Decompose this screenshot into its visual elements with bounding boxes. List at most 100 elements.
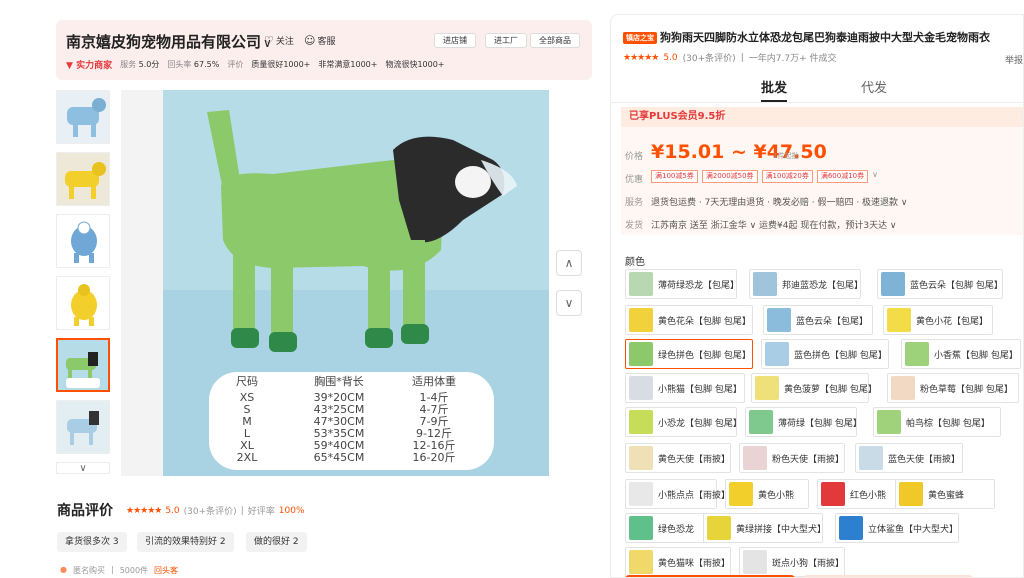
color-option[interactable]: 小熊点点【雨披】 — [625, 479, 730, 509]
color-option-selected[interactable]: 绿色拼色【包脚 包尾】 — [625, 339, 753, 369]
color-option[interactable]: 黄色小花【包尾】 — [883, 305, 993, 335]
review-tag[interactable]: 引流的效果特别好 2 — [137, 532, 234, 552]
review-count[interactable]: (30+条评价) — [184, 504, 237, 517]
price-low: ¥15.01 — [651, 141, 725, 163]
buyer-name: 匿名购买 — [72, 566, 105, 575]
color-option[interactable]: 粉色草莓【包脚 包尾】 — [887, 373, 1019, 403]
service-label: 服务 — [625, 198, 644, 208]
color-option[interactable]: 薄荷绿恐龙【包尾】 — [625, 269, 739, 299]
chevron-down-icon[interactable]: ∨ — [872, 170, 878, 183]
color-swatch — [629, 308, 653, 332]
thumbnail-selected[interactable] — [56, 338, 110, 392]
report-link[interactable]: 举报 — [1005, 53, 1023, 66]
thumbnail-list: ∨ — [56, 90, 112, 474]
measure-header: 胸围*背长 — [314, 375, 364, 388]
color-option-label: 邦迪蓝恐龙【包尾】 — [782, 280, 864, 291]
thumbnail-image — [71, 221, 97, 263]
thumbnail[interactable] — [56, 276, 110, 330]
color-option[interactable]: 小熊猫【包脚 包尾】 — [625, 373, 745, 403]
color-swatch — [743, 446, 767, 470]
tab-wholesale[interactable]: 批发 — [761, 77, 788, 102]
color-option[interactable]: 蓝色天使【雨披】 — [855, 443, 963, 473]
color-option-label: 粉色草莓【包脚 包尾】 — [920, 384, 1013, 395]
main-product-image: 尺码 XS S M L XL 2XL 胸围*背长 39*20CM 43*25CM… — [121, 90, 549, 476]
coupon-label: 优惠 — [625, 175, 644, 185]
color-swatch — [629, 446, 653, 470]
color-option-label: 绿色恐龙 — [658, 524, 695, 535]
color-swatch — [753, 272, 777, 296]
review-tag[interactable]: 做的很好 2 — [246, 532, 307, 552]
thumbnail-scroll-down[interactable]: ∨ — [56, 462, 110, 474]
tab-dropship[interactable]: 代发 — [861, 77, 887, 96]
color-option[interactable]: 蓝色云朵【包脚 包尾】 — [877, 269, 1003, 299]
thumbnail[interactable] — [56, 214, 110, 268]
color-swatch — [887, 308, 911, 332]
image-next-button[interactable]: ∨ — [556, 290, 582, 316]
enter-factory-button[interactable]: 进工厂 — [485, 33, 527, 48]
coupon[interactable]: 满2000减50券 — [701, 170, 758, 183]
color-swatch — [881, 272, 905, 296]
product-rating: ★★★★★ 5.0 (30+条评价) | 一年内7.7万+ 件成交 — [623, 51, 836, 65]
rating-count[interactable]: (30+条评价) — [683, 51, 736, 64]
size-chart: 尺码 XS S M L XL 2XL 胸围*背长 39*20CM 43*25CM… — [209, 372, 494, 470]
color-option[interactable]: 小香蕉【包脚 包尾】 — [901, 339, 1021, 369]
color-option[interactable]: 蓝色云朵【包尾】 — [763, 305, 873, 335]
chevron-up-icon: ∧ — [564, 256, 574, 270]
color-swatch — [629, 376, 653, 400]
color-option[interactable]: 立体鲨鱼【中大型犬】 — [835, 513, 959, 543]
service-terms[interactable]: 退货包运费 · 7天无理由退货 · 晚发必赔 · 假一赔四 · 极速退款 ∨ — [651, 195, 908, 208]
color-option-label: 小香蕉【包脚 包尾】 — [934, 350, 1018, 361]
image-prev-button[interactable]: ∧ — [556, 250, 582, 276]
shop-name[interactable]: 南京嬉皮狗宠物用品有限公司 ∨ — [66, 31, 272, 52]
thumbnail-image — [67, 411, 99, 445]
coupon[interactable]: 满600减10券 — [816, 170, 869, 183]
thumbnail[interactable] — [56, 400, 110, 454]
enter-shop-button[interactable]: 进店铺 — [434, 33, 476, 48]
color-option[interactable]: 邦迪蓝恐龙【包尾】 — [749, 269, 864, 299]
min-order-note: 1件起批 — [773, 152, 799, 160]
color-option[interactable]: 黄色小熊 — [725, 479, 809, 509]
color-option[interactable]: 薄荷绿【包脚 包尾】 — [745, 407, 862, 437]
color-option[interactable]: 绿色恐龙 — [625, 513, 709, 543]
color-option-label: 斑点小狗【雨披】 — [772, 558, 845, 569]
color-option[interactable]: 斑点小狗【雨披】 — [739, 547, 845, 577]
measure-column: 胸围*背长 39*20CM 43*25CM 47*30CM 53*35CM 59… — [299, 376, 379, 464]
color-option[interactable]: 黄色天使【雨披】 — [625, 443, 731, 473]
color-label: 颜色 — [625, 257, 645, 268]
color-option-label: 黄绿拼接【中大型犬】 — [736, 524, 827, 535]
color-option[interactable]: 蓝色拼色【包脚 包尾】 — [761, 339, 889, 369]
rating-stars-icon: ★★★★★ — [623, 52, 659, 63]
review-tag[interactable]: 拿货很多次 3 — [57, 532, 127, 552]
rating-stars-icon: ★★★★★ — [126, 505, 162, 516]
color-option[interactable]: 帕鸟棕【包脚 包尾】 — [873, 407, 1001, 437]
service-score-label: 服务 — [120, 60, 137, 69]
thumbnail[interactable] — [56, 152, 110, 206]
color-option[interactable]: 粉色天使【雨披】 — [739, 443, 845, 473]
color-option-label: 黄色小花【包尾】 — [916, 316, 989, 327]
shop-treasure-badge: 镇店之宝 — [623, 32, 657, 44]
color-swatch — [629, 482, 653, 506]
color-option[interactable]: 黄色蜜蜂 — [895, 479, 995, 509]
color-swatch — [629, 410, 653, 434]
purchase-mode-tabs: 批发 代发 — [611, 75, 1023, 103]
color-option[interactable]: 黄色花朵【包脚 包尾】 — [625, 305, 753, 335]
shipping-info[interactable]: 江苏南京 送至 浙江金华 ∨ 运费¥4起 现在付款，预计3天达 ∨ — [651, 218, 897, 231]
color-swatch — [629, 272, 653, 296]
coupon[interactable]: 满100减20券 — [761, 170, 813, 183]
color-option[interactable]: 黄色猫咪【雨披】 — [625, 547, 731, 577]
thumbnail[interactable] — [56, 90, 110, 144]
color-swatch — [729, 482, 753, 506]
color-option[interactable]: 黄绿拼接【中大型犬】 — [703, 513, 827, 543]
reviews-summary: ★★★★★ 5.0 (30+条评价) | 好评率 100% — [126, 504, 305, 518]
all-products-button[interactable]: 全部商品 — [530, 33, 580, 48]
divider: | — [240, 505, 244, 516]
color-option[interactable]: 小恐龙【包脚 包尾】 — [625, 407, 742, 437]
service-score-value: 5.0分 — [138, 60, 160, 69]
color-swatch — [743, 550, 767, 574]
follow-button[interactable]: ♡ 关注 — [264, 34, 294, 47]
customer-service-button[interactable]: ☺ 客服 — [304, 34, 335, 47]
color-option[interactable]: 黄色菠萝【包脚 包尾】 — [751, 373, 877, 403]
color-option[interactable]: 红色小熊 — [817, 479, 901, 509]
avatar: ● — [60, 565, 67, 574]
coupon[interactable]: 满100减5券 — [651, 170, 698, 183]
